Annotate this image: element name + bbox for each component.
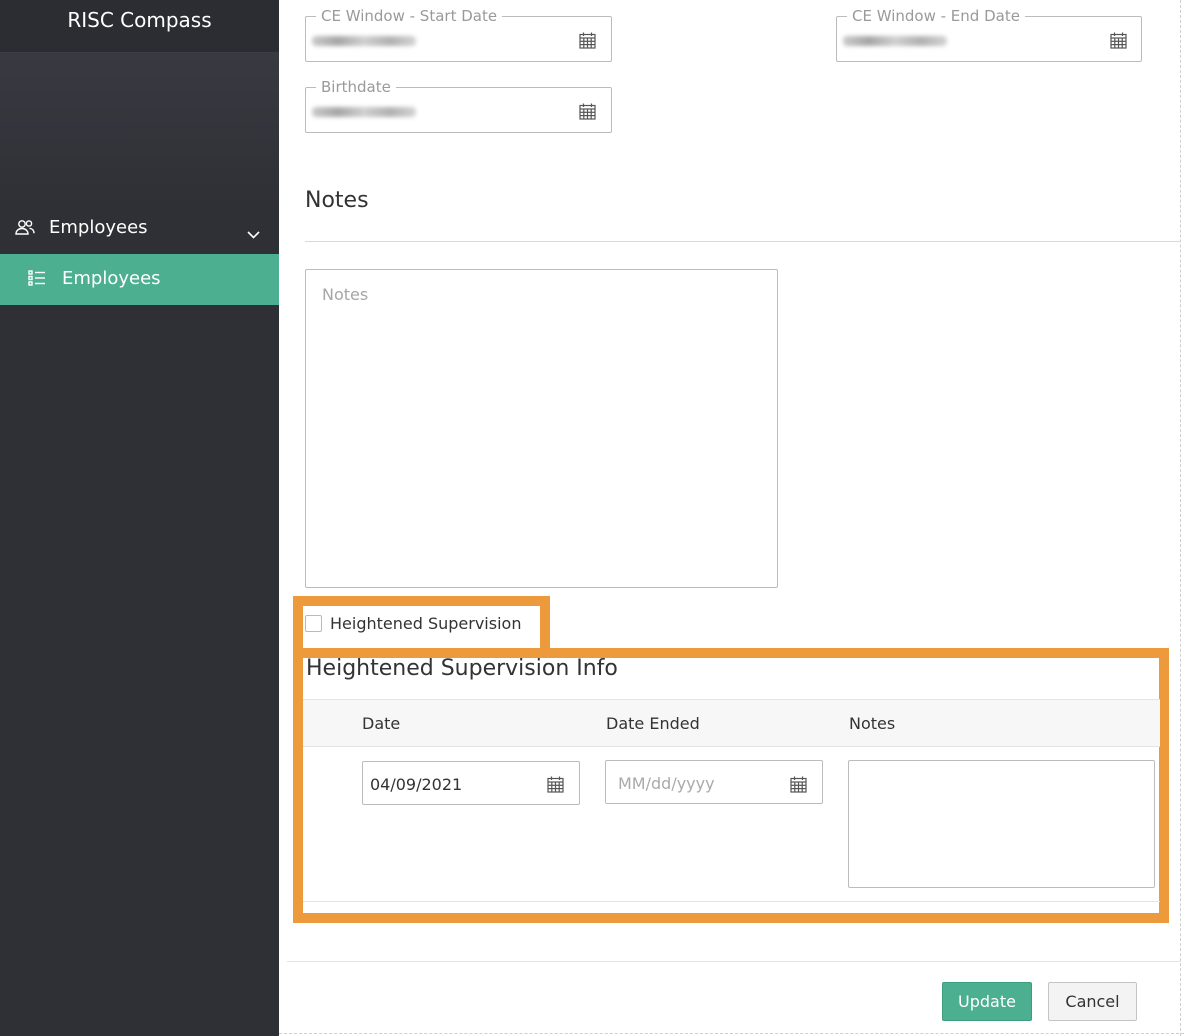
birthdate-field[interactable]: Birthdate	[305, 78, 612, 133]
page-border-right	[1180, 0, 1181, 1036]
chevron-down-icon	[247, 223, 260, 244]
ce-window-end-date-field[interactable]: CE Window - End Date	[836, 7, 1142, 62]
column-header-notes: Notes	[849, 714, 896, 733]
supervision-notes-textarea[interactable]	[848, 760, 1155, 888]
list-icon	[28, 270, 46, 291]
supervision-date-input[interactable]: 04/09/2021	[362, 761, 580, 805]
app-title: RISC Compass	[0, 0, 279, 53]
sidebar-group-label: Employees	[49, 217, 148, 238]
ce-window-start-date-field[interactable]: CE Window - Start Date	[305, 7, 612, 62]
sidebar-item-label: Employees	[62, 268, 161, 289]
date-ended-placeholder: MM/dd/yyyy	[618, 774, 715, 793]
calendar-icon[interactable]	[579, 103, 596, 124]
birthdate-label: Birthdate	[316, 78, 396, 96]
heightened-supervision-label[interactable]: Heightened Supervision	[330, 614, 521, 633]
row-divider	[303, 901, 1160, 902]
page-border-bottom	[279, 1033, 1184, 1034]
ce-window-end-date-label: CE Window - End Date	[847, 7, 1025, 25]
divider	[305, 241, 1181, 242]
sidebar-group-employees[interactable]: Employees	[0, 205, 279, 253]
sidebar-spacer	[0, 53, 279, 205]
column-header-date: Date	[362, 714, 401, 733]
notes-placeholder: Notes	[322, 285, 369, 304]
calendar-icon[interactable]	[547, 776, 564, 797]
calendar-icon[interactable]	[1110, 32, 1127, 53]
footer-divider	[287, 961, 1181, 962]
redacted-value	[843, 36, 947, 46]
notes-textarea[interactable]: Notes	[305, 269, 778, 588]
redacted-value	[312, 107, 416, 117]
ce-window-start-date-label: CE Window - Start Date	[316, 7, 503, 25]
calendar-icon[interactable]	[579, 32, 596, 53]
sidebar: RISC Compass Employees Employees	[0, 0, 279, 1036]
table-header	[303, 699, 1160, 747]
supervision-date-ended-input[interactable]: MM/dd/yyyy	[605, 760, 823, 804]
heightened-supervision-checkbox[interactable]	[305, 615, 322, 632]
notes-section-title: Notes	[305, 188, 369, 213]
update-button[interactable]: Update	[942, 982, 1032, 1021]
column-header-date-ended: Date Ended	[606, 714, 700, 733]
users-icon	[15, 219, 35, 240]
heightened-supervision-info-title: Heightened Supervision Info	[306, 656, 618, 681]
redacted-value	[312, 36, 416, 46]
sidebar-item-employees[interactable]: Employees	[0, 254, 279, 305]
calendar-icon[interactable]	[790, 776, 807, 797]
cancel-button[interactable]: Cancel	[1048, 982, 1137, 1021]
supervision-date-value: 04/09/2021	[370, 775, 463, 794]
